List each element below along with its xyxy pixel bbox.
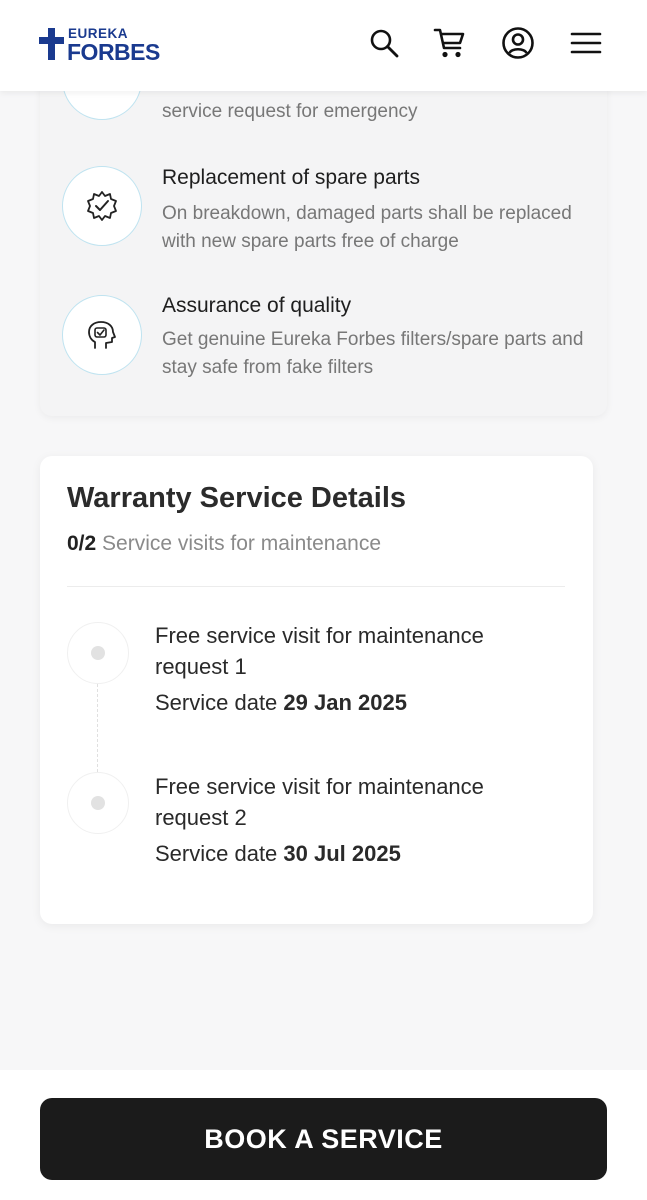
cart-icon	[433, 28, 465, 58]
visit-2-date-label: Service date	[155, 841, 278, 866]
cart-button[interactable]	[432, 25, 468, 61]
eureka-forbes-logo[interactable]: EUREKA FORBES	[38, 24, 198, 66]
benefit-title-quality: Assurance of quality	[162, 294, 352, 317]
search-icon	[370, 29, 399, 58]
quality-badge-icon	[88, 321, 116, 349]
gear-check-icon-circle	[62, 166, 142, 246]
top-header: EUREKA FORBES	[0, 0, 647, 91]
visit-1-date-value: 29 Jan 2025	[283, 690, 407, 715]
bottom-action-bar: BOOK A SERVICE	[0, 1070, 647, 1200]
visit-1-date: Service date 29 Jan 2025	[155, 690, 407, 716]
menu-button[interactable]	[568, 25, 604, 61]
timeline-step-2	[67, 772, 129, 834]
account-button[interactable]	[500, 25, 536, 61]
search-button[interactable]	[366, 25, 402, 61]
menu-icon	[570, 32, 602, 54]
visit-1-title: Free service visit for maintenance reque…	[155, 623, 484, 679]
benefit-desc-emergency: service request for emergency	[162, 101, 418, 122]
timeline-step-1	[67, 622, 129, 684]
visit-2-date-value: 30 Jul 2025	[283, 841, 401, 866]
gear-check-icon	[87, 191, 117, 221]
visit-2-date: Service date 30 Jul 2025	[155, 841, 401, 867]
benefit-title-spare-parts: Replacement of spare parts	[162, 166, 420, 189]
account-icon	[502, 27, 534, 59]
divider	[67, 586, 565, 587]
visit-1-date-label: Service date	[155, 690, 278, 715]
timeline-dot	[91, 646, 105, 660]
benefit-desc-spare-parts: On breakdown, damaged parts shall be rep…	[162, 203, 572, 252]
visits-label: Service visits for maintenance	[102, 532, 381, 555]
timeline-connector	[97, 684, 98, 772]
timeline-dot	[91, 796, 105, 810]
warranty-title: Warranty Service Details	[67, 482, 407, 514]
quality-badge-icon-circle	[62, 295, 142, 375]
benefit-desc-quality: Get genuine Eureka Forbes filters/spare …	[162, 329, 584, 378]
visits-count: 0/2	[67, 532, 97, 555]
warranty-details-card: Warranty Service Details 0/2 Service vis…	[40, 456, 593, 924]
book-service-button[interactable]: BOOK A SERVICE	[40, 1098, 607, 1180]
logo-text-bottom: FORBES	[67, 39, 160, 65]
visits-summary: 0/2 Service visits for maintenance	[67, 532, 381, 556]
benefits-card: service request for emergency Replacemen…	[40, 40, 607, 416]
visit-2-title: Free service visit for maintenance reque…	[155, 774, 484, 830]
